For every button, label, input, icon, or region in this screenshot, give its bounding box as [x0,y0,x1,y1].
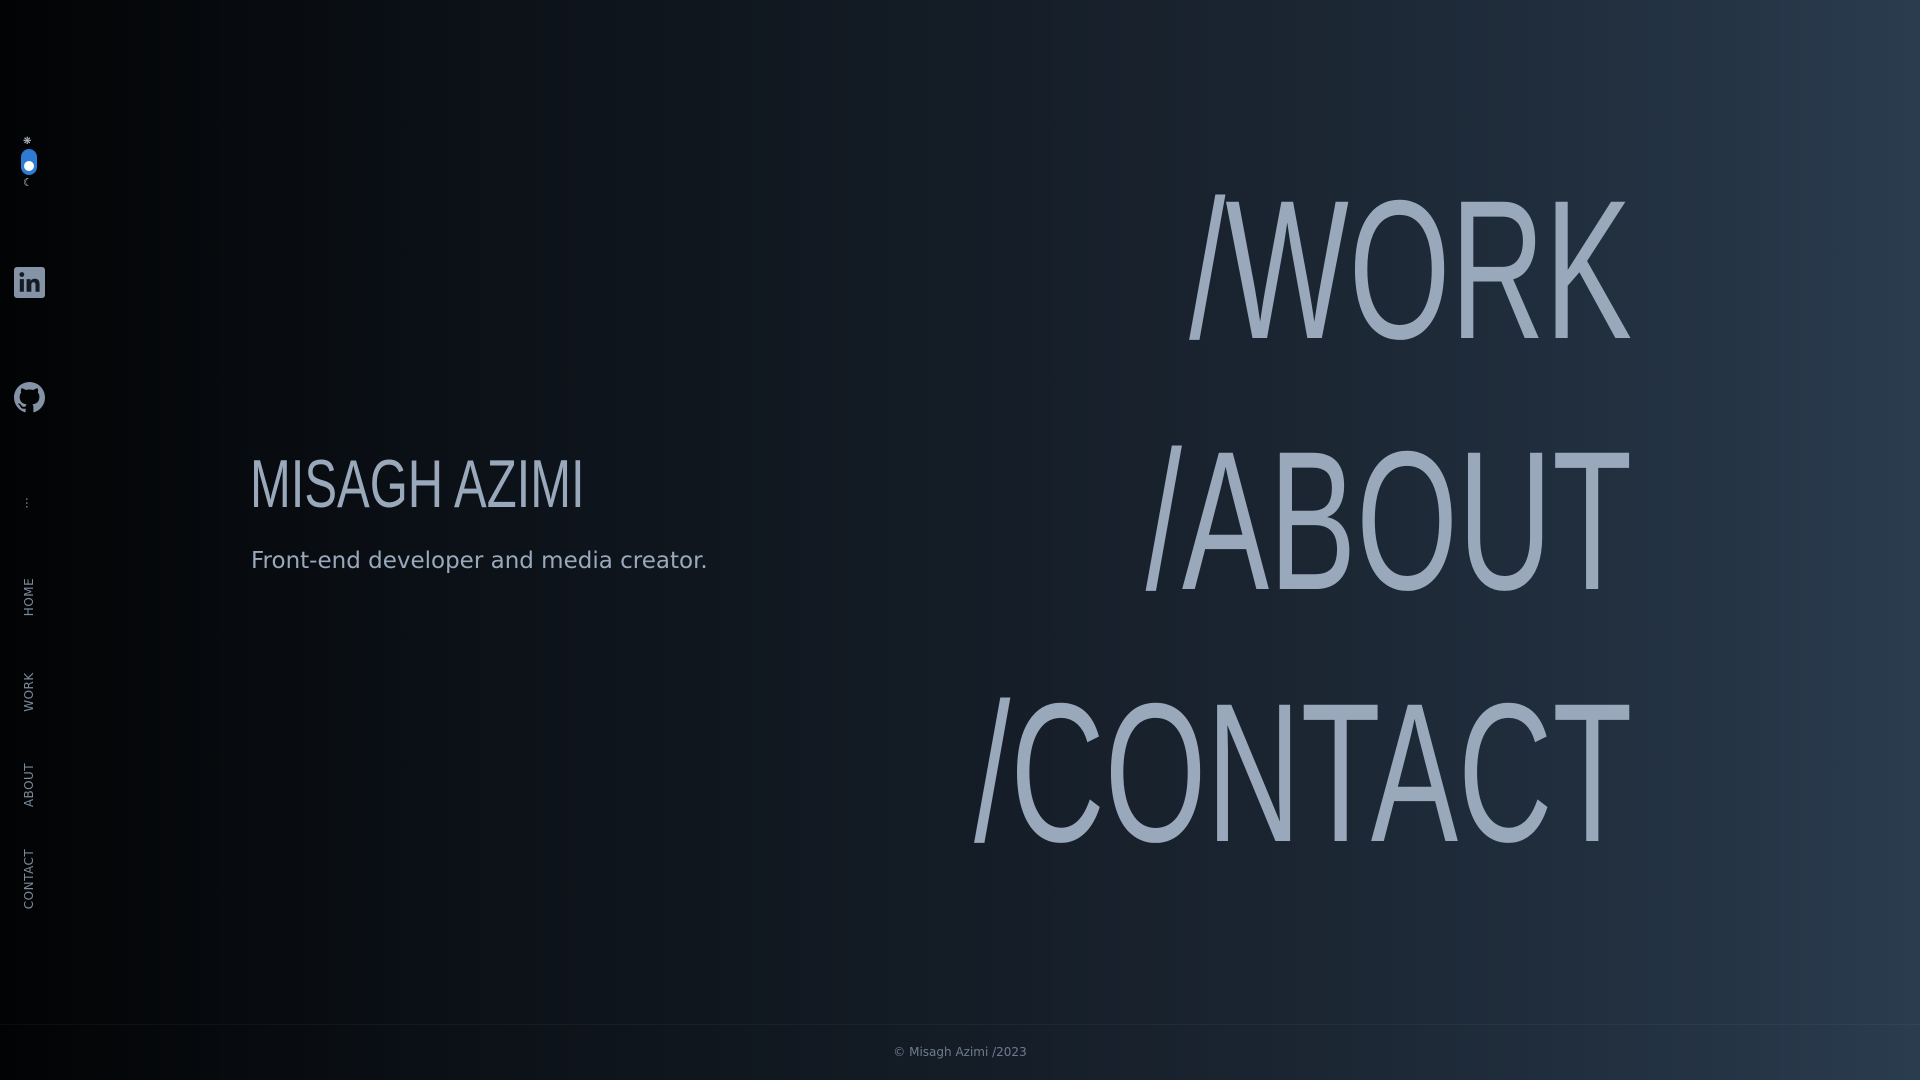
linkedin-icon[interactable] [14,267,45,298]
sidebar: ❋ ☾ ... HOME WORK ABOUT CONTACT [0,0,58,1080]
hero-name: MISAGH AZIMI [250,446,585,522]
footer-copyright: © Misagh Azimi /2023 [893,1045,1027,1059]
sidebar-nav-work[interactable]: WORK [22,672,36,712]
more-menu-ellipsis[interactable]: ... [18,491,42,515]
toggle-knob[interactable] [24,161,34,171]
big-nav-work[interactable]: /WORK [1189,170,1632,370]
big-nav: /WORK /ABOUT /CONTACT [632,0,1632,1080]
big-nav-contact[interactable]: /CONTACT [974,673,1632,873]
big-nav-about[interactable]: /ABOUT [1146,421,1632,621]
sidebar-nav-about[interactable]: ABOUT [22,763,36,807]
sidebar-nav-contact[interactable]: CONTACT [22,849,36,909]
moon-icon: ☾ [23,176,33,189]
sun-icon: ❋ [23,136,32,147]
sidebar-nav-home[interactable]: HOME [22,578,36,616]
theme-toggle[interactable]: ❋ ☾ [20,137,39,189]
toggle-track[interactable] [21,149,37,175]
github-icon[interactable] [14,382,45,413]
footer-divider [0,1024,1920,1025]
